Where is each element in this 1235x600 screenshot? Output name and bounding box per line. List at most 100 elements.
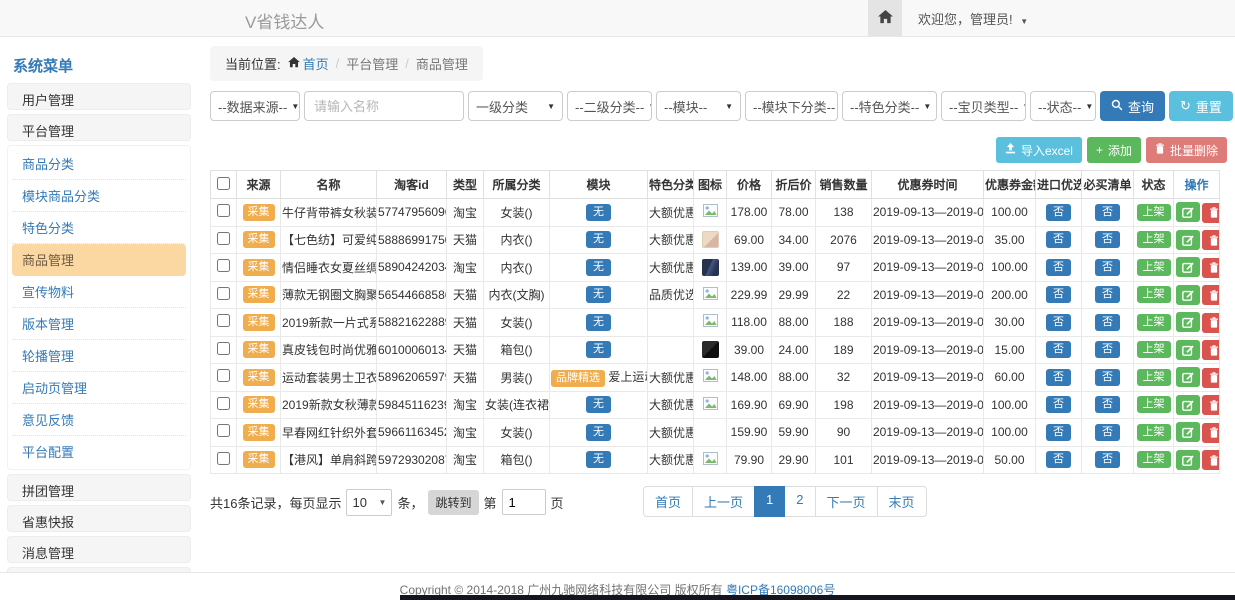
- sidebar-item-1-9[interactable]: 平台配置: [12, 436, 186, 467]
- import-toggle-badge[interactable]: 否: [1046, 204, 1071, 221]
- import-toggle-badge[interactable]: 否: [1046, 396, 1071, 413]
- delete-button[interactable]: [1202, 313, 1220, 333]
- sidebar-group-3[interactable]: 省惠快报: [7, 505, 191, 532]
- edit-button[interactable]: [1176, 312, 1200, 332]
- status-badge[interactable]: 上架: [1137, 259, 1171, 276]
- must-buy-toggle-badge[interactable]: 否: [1095, 286, 1120, 303]
- page-button-3[interactable]: 2: [784, 486, 815, 517]
- sidebar-item-1-3[interactable]: 商品管理: [12, 244, 186, 276]
- import-toggle-badge[interactable]: 否: [1046, 314, 1071, 331]
- sidebar-group-1[interactable]: 平台管理: [7, 114, 191, 141]
- jump-button[interactable]: 跳转到: [428, 490, 478, 515]
- sidebar-group-4[interactable]: 消息管理: [7, 536, 191, 563]
- row-checkbox[interactable]: [217, 424, 230, 437]
- sidebar-item-1-7[interactable]: 启动页管理: [12, 372, 186, 404]
- page-button-1[interactable]: 上一页: [692, 486, 755, 517]
- filter-data-source-select[interactable]: --数据来源--▼: [210, 91, 300, 121]
- edit-button[interactable]: [1176, 422, 1200, 442]
- status-badge[interactable]: 上架: [1137, 341, 1171, 358]
- sidebar-item-1-5[interactable]: 版本管理: [12, 308, 186, 340]
- must-buy-toggle-badge[interactable]: 否: [1095, 341, 1120, 358]
- edit-button[interactable]: [1176, 395, 1200, 415]
- breadcrumb-home-link[interactable]: 首页: [288, 54, 329, 73]
- delete-button[interactable]: [1202, 258, 1220, 278]
- delete-button[interactable]: [1202, 285, 1220, 305]
- edit-button[interactable]: [1176, 257, 1200, 277]
- delete-button[interactable]: [1202, 230, 1220, 250]
- filter-status-select[interactable]: --状态--▼: [1030, 91, 1096, 121]
- filter-product-name-input[interactable]: [304, 91, 464, 121]
- row-checkbox[interactable]: [217, 342, 230, 355]
- status-badge[interactable]: 上架: [1137, 286, 1171, 303]
- status-badge[interactable]: 上架: [1137, 231, 1171, 248]
- must-buy-toggle-badge[interactable]: 否: [1095, 259, 1120, 276]
- delete-button[interactable]: [1202, 340, 1220, 360]
- row-checkbox[interactable]: [217, 369, 230, 382]
- status-badge[interactable]: 上架: [1137, 204, 1171, 221]
- import-toggle-badge[interactable]: 否: [1046, 259, 1071, 276]
- must-buy-toggle-badge[interactable]: 否: [1095, 424, 1120, 441]
- batch-delete-button[interactable]: 批量删除: [1146, 137, 1227, 163]
- import-toggle-badge[interactable]: 否: [1046, 341, 1071, 358]
- add-button[interactable]: + 添加: [1087, 137, 1141, 163]
- filter-category-level2-select[interactable]: --二级分类--▼: [567, 91, 652, 121]
- filter-feature-category-select[interactable]: --特色分类--▼: [842, 91, 937, 121]
- filter-module-subcategory-select[interactable]: --模块下分类--▼: [745, 91, 838, 121]
- row-checkbox[interactable]: [217, 232, 230, 245]
- must-buy-toggle-badge[interactable]: 否: [1095, 314, 1120, 331]
- status-badge[interactable]: 上架: [1137, 424, 1171, 441]
- must-buy-toggle-badge[interactable]: 否: [1095, 369, 1120, 386]
- delete-button[interactable]: [1202, 395, 1220, 415]
- delete-button[interactable]: [1202, 203, 1220, 223]
- jump-page-input[interactable]: [502, 489, 546, 515]
- row-checkbox[interactable]: [217, 397, 230, 410]
- filter-category-level1-select[interactable]: 一级分类▼: [468, 91, 563, 121]
- edit-button[interactable]: [1176, 230, 1200, 250]
- edit-button[interactable]: [1176, 450, 1200, 470]
- sidebar-group-0[interactable]: 用户管理: [7, 83, 191, 110]
- edit-button[interactable]: [1176, 285, 1200, 305]
- must-buy-toggle-badge[interactable]: 否: [1095, 204, 1120, 221]
- row-checkbox[interactable]: [217, 314, 230, 327]
- page-button-4[interactable]: 下一页: [815, 486, 878, 517]
- search-button[interactable]: 查询: [1100, 91, 1165, 121]
- page-button-0[interactable]: 首页: [643, 486, 693, 517]
- filter-item-type-select[interactable]: --宝贝类型--▼: [941, 91, 1026, 121]
- import-toggle-badge[interactable]: 否: [1046, 424, 1071, 441]
- sidebar-item-1-4[interactable]: 宣传物料: [12, 276, 186, 308]
- delete-button[interactable]: [1202, 368, 1220, 388]
- edit-button[interactable]: [1176, 202, 1200, 222]
- row-checkbox[interactable]: [217, 287, 230, 300]
- sidebar-item-1-1[interactable]: 模块商品分类: [12, 180, 186, 212]
- edit-button[interactable]: [1176, 340, 1200, 360]
- sidebar-item-1-8[interactable]: 意见反馈: [12, 404, 186, 436]
- import-excel-button[interactable]: 导入excel: [996, 137, 1082, 163]
- row-checkbox[interactable]: [217, 259, 230, 272]
- brand-title[interactable]: V省钱达人: [245, 8, 324, 33]
- sidebar-item-1-2[interactable]: 特色分类: [12, 212, 186, 244]
- row-checkbox[interactable]: [217, 452, 230, 465]
- home-button[interactable]: [868, 0, 902, 36]
- sidebar-item-1-0[interactable]: 商品分类: [12, 148, 186, 180]
- status-badge[interactable]: 上架: [1137, 369, 1171, 386]
- delete-button[interactable]: [1202, 423, 1220, 443]
- sidebar-group-2[interactable]: 拼团管理: [7, 474, 191, 501]
- status-badge[interactable]: 上架: [1137, 451, 1171, 468]
- must-buy-toggle-badge[interactable]: 否: [1095, 231, 1120, 248]
- page-button-5[interactable]: 末页: [877, 486, 927, 517]
- status-badge[interactable]: 上架: [1137, 396, 1171, 413]
- delete-button[interactable]: [1202, 450, 1220, 470]
- page-size-select[interactable]: 10 ▼: [346, 489, 392, 516]
- edit-button[interactable]: [1176, 367, 1200, 387]
- sidebar-item-1-6[interactable]: 轮播管理: [12, 340, 186, 372]
- select-all-checkbox[interactable]: [217, 177, 230, 190]
- filter-module-select[interactable]: --模块--▼: [656, 91, 741, 121]
- import-toggle-badge[interactable]: 否: [1046, 286, 1071, 303]
- reset-button[interactable]: ↻ 重置: [1169, 91, 1233, 121]
- must-buy-toggle-badge[interactable]: 否: [1095, 396, 1120, 413]
- status-badge[interactable]: 上架: [1137, 314, 1171, 331]
- page-button-2[interactable]: 1: [754, 486, 785, 517]
- must-buy-toggle-badge[interactable]: 否: [1095, 451, 1120, 468]
- import-toggle-badge[interactable]: 否: [1046, 369, 1071, 386]
- import-toggle-badge[interactable]: 否: [1046, 451, 1071, 468]
